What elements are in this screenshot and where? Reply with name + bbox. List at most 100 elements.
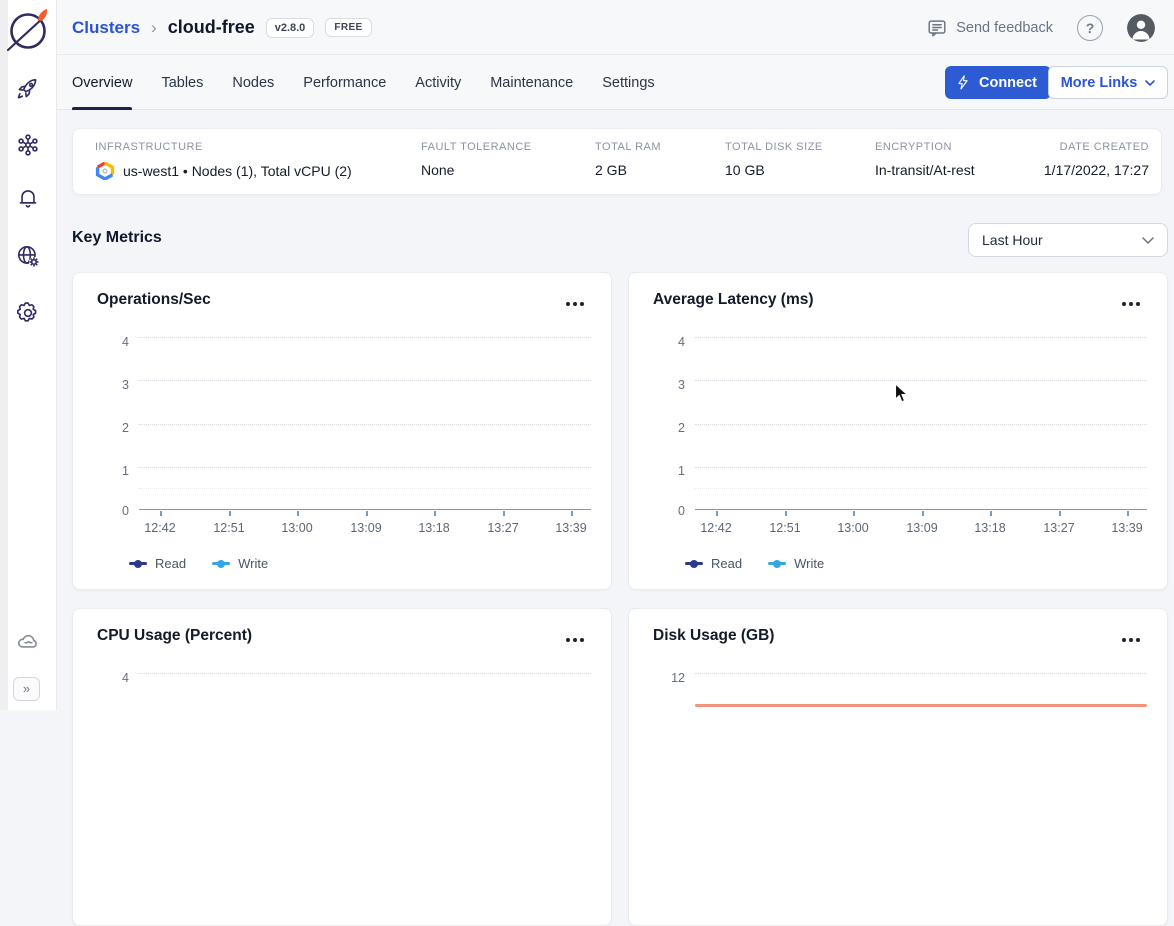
expand-sidebar-button[interactable]: » bbox=[13, 677, 40, 701]
chart-title: Average Latency (ms) bbox=[653, 291, 814, 309]
info-date-created: DATE CREATED 1/17/2022, 17:27 bbox=[1044, 141, 1149, 178]
ellipsis-menu-icon[interactable] bbox=[565, 293, 589, 309]
tab-tables[interactable]: Tables bbox=[161, 55, 203, 110]
sidebar: » bbox=[0, 0, 57, 710]
legend-read[interactable]: Read bbox=[685, 556, 742, 571]
gridline bbox=[139, 380, 591, 381]
chart-title: Operations/Sec bbox=[97, 291, 211, 309]
x-tick-label: 13:00 bbox=[273, 521, 321, 535]
gear-icon[interactable] bbox=[15, 300, 41, 326]
feedback-bubble-icon bbox=[926, 17, 948, 39]
gridline bbox=[139, 673, 591, 674]
x-tick-label: 13:27 bbox=[479, 521, 527, 535]
plan-badge: FREE bbox=[325, 18, 371, 37]
x-tick-label: 13:09 bbox=[342, 521, 390, 535]
chart-card-average-latency: Average Latency (ms) 4 3 2 1 0 12:42 12:… bbox=[628, 272, 1168, 590]
write-series-marker bbox=[768, 562, 786, 565]
info-label: FAULT TOLERANCE bbox=[421, 141, 532, 153]
tab-settings[interactable]: Settings bbox=[602, 55, 654, 110]
gridline bbox=[695, 467, 1147, 468]
info-infrastructure: INFRASTRUCTURE us-west1 • Nodes (1), Tot… bbox=[95, 141, 352, 180]
x-tick-label: 13:39 bbox=[547, 521, 595, 535]
info-value: us-west1 • Nodes (1), Total vCPU (2) bbox=[95, 162, 352, 180]
key-metrics-heading: Key Metrics bbox=[72, 229, 162, 247]
connect-button[interactable]: Connect bbox=[945, 66, 1051, 99]
gridline bbox=[695, 380, 1147, 381]
y-tick-label: 0 bbox=[645, 504, 685, 518]
y-tick-label: 12 bbox=[645, 671, 685, 685]
y-tick-label: 3 bbox=[645, 378, 685, 392]
y-tick-label: 0 bbox=[89, 504, 129, 518]
rocket-icon[interactable] bbox=[15, 76, 41, 102]
time-range-select[interactable]: Last Hour bbox=[968, 223, 1168, 257]
ellipsis-menu-icon[interactable] bbox=[565, 629, 589, 645]
read-series-marker bbox=[129, 562, 147, 565]
breadcrumb-clusters-link[interactable]: Clusters bbox=[72, 18, 140, 38]
header-actions: Send feedback ? bbox=[926, 0, 1155, 55]
y-tick-label: 1 bbox=[645, 464, 685, 478]
tab-nodes[interactable]: Nodes bbox=[232, 55, 274, 110]
info-value: 1/17/2022, 17:27 bbox=[1044, 162, 1149, 178]
legend-write[interactable]: Write bbox=[212, 556, 268, 571]
breadcrumb-separator-icon: › bbox=[151, 18, 157, 38]
avatar[interactable] bbox=[1127, 14, 1155, 42]
cluster-info-bar: INFRASTRUCTURE us-west1 • Nodes (1), Tot… bbox=[72, 128, 1162, 195]
chart-legend: Read Write bbox=[129, 556, 268, 571]
time-range-value: Last Hour bbox=[982, 232, 1043, 248]
gridline bbox=[695, 488, 1147, 489]
disk-usage-series-line bbox=[695, 704, 1147, 707]
legend-label: Write bbox=[238, 556, 268, 571]
gridline bbox=[695, 424, 1147, 425]
chart-card-operations-per-sec: Operations/Sec 4 3 2 1 0 12:42 12:51 13:… bbox=[72, 272, 612, 590]
legend-read[interactable]: Read bbox=[129, 556, 186, 571]
cloud-status-icon[interactable] bbox=[15, 629, 41, 655]
globe-settings-icon[interactable] bbox=[15, 243, 41, 269]
info-label: TOTAL DISK SIZE bbox=[725, 141, 823, 153]
ellipsis-menu-icon[interactable] bbox=[1121, 629, 1145, 645]
info-label: INFRASTRUCTURE bbox=[95, 141, 352, 153]
bolt-icon bbox=[955, 74, 972, 91]
legend-write[interactable]: Write bbox=[768, 556, 824, 571]
cluster-network-icon[interactable] bbox=[15, 132, 41, 158]
y-tick-label: 2 bbox=[645, 421, 685, 435]
x-axis-line bbox=[695, 509, 1147, 510]
send-feedback-button[interactable]: Send feedback bbox=[926, 17, 1053, 39]
chart-legend: Read Write bbox=[685, 556, 824, 571]
left-edge-strip bbox=[0, 0, 8, 710]
version-badge: v2.8.0 bbox=[266, 18, 315, 38]
chevron-down-icon bbox=[1145, 80, 1155, 86]
overview-content: INFRASTRUCTURE us-west1 • Nodes (1), Tot… bbox=[57, 110, 1174, 710]
connect-label: Connect bbox=[979, 75, 1037, 91]
tab-overview[interactable]: Overview bbox=[72, 55, 132, 110]
brand-logo[interactable] bbox=[5, 5, 51, 53]
x-tick-label: 12:51 bbox=[761, 521, 809, 535]
info-total-ram: TOTAL RAM 2 GB bbox=[595, 141, 661, 178]
x-axis-line bbox=[139, 509, 591, 510]
chevron-down-icon bbox=[1142, 237, 1154, 244]
more-links-button[interactable]: More Links bbox=[1048, 66, 1168, 99]
gridline bbox=[139, 488, 591, 489]
tab-performance[interactable]: Performance bbox=[303, 55, 386, 110]
tab-activity[interactable]: Activity bbox=[415, 55, 461, 110]
info-fault-tolerance: FAULT TOLERANCE None bbox=[421, 141, 532, 178]
info-encryption: ENCRYPTION In-transit/At-rest bbox=[875, 141, 975, 178]
google-cloud-icon bbox=[95, 162, 115, 180]
x-tick-label: 13:00 bbox=[829, 521, 877, 535]
info-value: None bbox=[421, 162, 532, 178]
ellipsis-menu-icon[interactable] bbox=[1121, 293, 1145, 309]
legend-label: Write bbox=[794, 556, 824, 571]
send-feedback-label: Send feedback bbox=[956, 20, 1053, 36]
help-button[interactable]: ? bbox=[1077, 15, 1103, 41]
info-value: 10 GB bbox=[725, 162, 823, 178]
gridline bbox=[139, 337, 591, 338]
bell-icon[interactable] bbox=[15, 186, 41, 212]
y-tick-label: 4 bbox=[645, 335, 685, 349]
tab-maintenance[interactable]: Maintenance bbox=[490, 55, 573, 110]
y-tick-label: 4 bbox=[89, 671, 129, 685]
cluster-tab-bar: Overview Tables Nodes Performance Activi… bbox=[57, 55, 1174, 110]
info-label: DATE CREATED bbox=[1044, 141, 1149, 153]
tabs: Overview Tables Nodes Performance Activi… bbox=[72, 55, 684, 110]
info-value: In-transit/At-rest bbox=[875, 162, 975, 178]
gridline bbox=[139, 424, 591, 425]
legend-label: Read bbox=[155, 556, 186, 571]
